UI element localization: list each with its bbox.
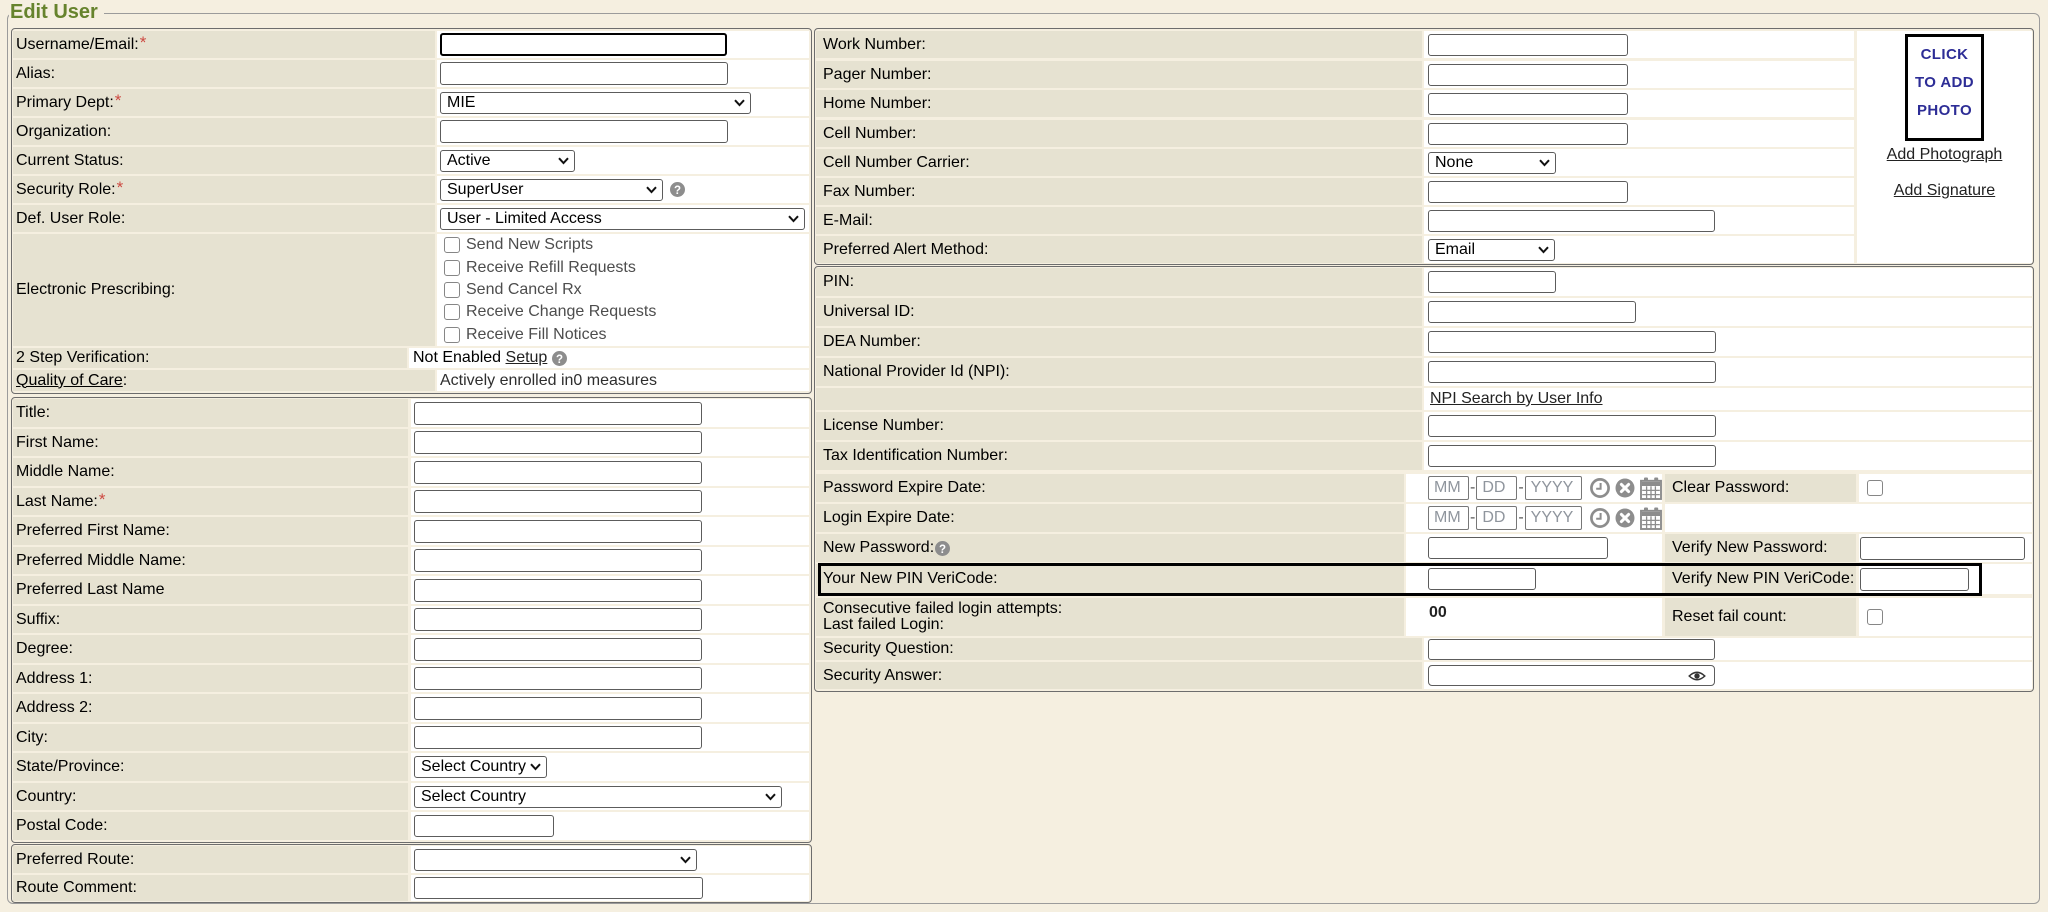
svg-text:?: ? — [556, 353, 563, 365]
svg-text:?: ? — [939, 543, 946, 555]
svg-text:?: ? — [674, 185, 681, 197]
